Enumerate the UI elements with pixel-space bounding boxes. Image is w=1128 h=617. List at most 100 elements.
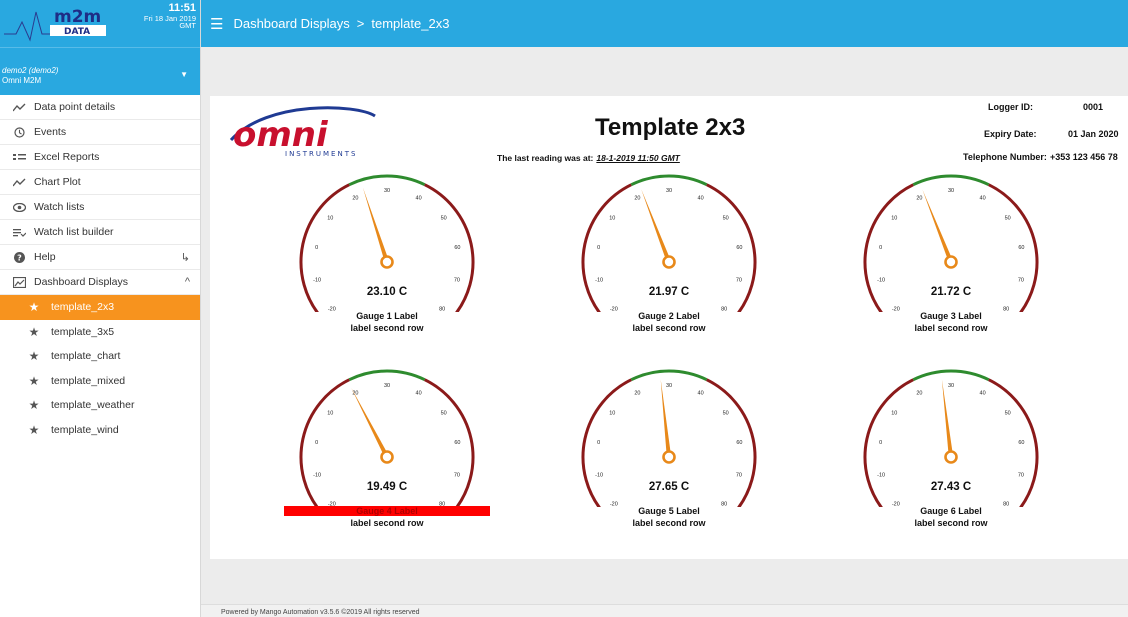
sidebar-item-help[interactable]: ? Help ↳	[0, 245, 200, 270]
gauge-needle-hub	[380, 255, 394, 269]
sidebar: m2m DATA 11:51 Fri 18 Jan 2019 GMT demo2…	[0, 0, 201, 617]
clock-icon	[12, 126, 26, 138]
gauge-tick-label: 10	[609, 216, 615, 222]
gauge-tick-label: 70	[736, 277, 742, 283]
gauge-tick-label: 50	[441, 216, 447, 222]
sidebar-item-excel-reports[interactable]: Excel Reports	[0, 145, 200, 170]
last-reading: The last reading was at: 18-1-2019 11:50 …	[497, 153, 680, 163]
gauge-4: -20 -10 0 10 20 30 40 50 60 70 80 19.49 C Gauge 4 …	[284, 367, 490, 557]
gauge-tick-label: 50	[1005, 411, 1011, 417]
gauge-tick-label: 30	[948, 383, 954, 389]
gauge-tick-label: 10	[327, 411, 333, 417]
sidebar-item-label: Excel Reports	[34, 151, 100, 163]
gauge-tick-label: 40	[698, 195, 704, 201]
sidebar-item-events[interactable]: Events	[0, 120, 200, 145]
omni-logo-subtext: INSTRUMENTS	[285, 150, 357, 158]
gauge-needle-hub	[944, 450, 958, 464]
gauge-tick-label: 50	[723, 216, 729, 222]
menu-icon[interactable]: ☰	[210, 15, 223, 33]
expiry-date-value: 01 Jan 2020	[1068, 129, 1119, 139]
gauge-5: -20 -10 0 10 20 30 40 50 60 70 80 27.65 C Gauge 5 …	[569, 367, 769, 557]
toolbar-strip	[201, 47, 1128, 95]
list-edit-icon	[12, 228, 26, 237]
logger-id-label: Logger ID:	[988, 102, 1033, 112]
star-icon: ★	[28, 422, 40, 437]
sidebar-item-template-wind[interactable]: ★ template_wind	[0, 418, 200, 443]
gauge-3: -20 -10 0 10 20 30 40 50 60 70 80 21.72 C Gauge 3 …	[851, 172, 1051, 362]
gauge-arc-green	[630, 369, 708, 382]
telephone-value: +353 123 456 78	[1050, 152, 1118, 162]
sidebar-item-dashboard-displays[interactable]: Dashboard Displays ^	[0, 270, 200, 295]
gauge-tick-label: 30	[666, 383, 672, 389]
external-link-icon: ↳	[180, 251, 190, 264]
gauge-label: Gauge 6 Label	[920, 506, 982, 516]
gauge-tick-label: 0	[879, 245, 882, 251]
breadcrumb-page: template_2x3	[371, 16, 450, 31]
trend-line-icon	[12, 103, 26, 112]
sidebar-item-label: template_3x5	[51, 325, 115, 338]
gauge-arc-green	[630, 174, 708, 187]
omni-logo-text: omni	[233, 115, 329, 155]
gauge-tick-label: 30	[384, 188, 390, 194]
gauge-tick-label: 50	[723, 411, 729, 417]
sidebar-item-label: template_weather	[51, 399, 135, 412]
sidebar-item-template-chart[interactable]: ★ template_chart	[0, 344, 200, 369]
footer: Powered by Mango Automation v3.5.6 ©2019…	[201, 604, 1128, 617]
gauge-label-second-row: label second row	[914, 518, 988, 528]
m2m-data-logo[interactable]: m2m DATA	[4, 4, 114, 42]
top-bar: ☰ Dashboard Displays > template_2x3	[201, 0, 1128, 47]
gauge-tick-label: 60	[736, 245, 742, 251]
gauge-label-alarm: Gauge 4 Label	[284, 506, 490, 516]
star-icon: ★	[28, 373, 40, 388]
gauge-reading: 23.10 C	[366, 286, 408, 298]
chevron-up-icon[interactable]: ^	[185, 276, 190, 288]
gauge-arc-green	[348, 369, 426, 382]
app-root: m2m DATA 11:51 Fri 18 Jan 2019 GMT demo2…	[0, 0, 1128, 617]
gauge-tick-label: 0	[597, 440, 600, 446]
gauge-tick-label: 10	[609, 411, 615, 417]
gauge-label: Gauge 1 Label	[356, 311, 418, 321]
sidebar-item-template-mixed[interactable]: ★ template_mixed	[0, 369, 200, 394]
star-icon: ★	[28, 324, 40, 339]
gauge-arc-green	[912, 174, 990, 187]
gauge-needle	[922, 189, 954, 263]
gauge-reading: 27.43 C	[930, 481, 972, 493]
user-menu[interactable]: demo2 (demo2) Omni M2M ▼	[0, 47, 200, 95]
gauge-tick-label: 30	[948, 188, 954, 194]
user-org: Omni M2M	[2, 75, 42, 85]
gauge-reading: 27.65 C	[648, 481, 690, 493]
gauge-label-second-row: label second row	[632, 518, 706, 528]
sidebar-item-template-2x3[interactable]: ★ template_2x3	[0, 295, 200, 320]
dashboard-icon	[12, 276, 26, 288]
sidebar-item-label: Watch lists	[34, 201, 85, 213]
sidebar-item-chart-plot[interactable]: Chart Plot	[0, 170, 200, 195]
gauge-needle	[941, 379, 954, 458]
breadcrumb-section[interactable]: Dashboard Displays	[233, 16, 349, 31]
gauge-arc-green	[912, 369, 990, 382]
caret-down-icon[interactable]: ▼	[180, 70, 188, 80]
last-reading-value: 18-1-2019 11:50 GMT	[596, 153, 680, 163]
sidebar-item-watch-list-builder[interactable]: Watch list builder	[0, 220, 200, 245]
gauge-tick-label: -10	[877, 472, 885, 478]
sidebar-item-watch-lists[interactable]: Watch lists	[0, 195, 200, 220]
gauge-tick-label: 50	[1005, 216, 1011, 222]
logo-bottom-text: DATA	[64, 27, 90, 37]
sidebar-item-template-3x5[interactable]: ★ template_3x5	[0, 320, 200, 345]
gauge-needle	[641, 189, 672, 263]
sidebar-item-label: Dashboard Displays	[34, 276, 128, 288]
gauge-tick-label: 10	[891, 216, 897, 222]
gauge-tick-label: -10	[595, 277, 603, 283]
help-icon: ?	[12, 251, 26, 263]
gauge-tick-label: 70	[736, 472, 742, 478]
gauge-tick-label: 60	[736, 440, 742, 446]
sidebar-item-data-point-details[interactable]: Data point details	[0, 95, 200, 120]
gauge-tick-label: 20	[916, 390, 922, 396]
gauge-needle	[351, 387, 389, 459]
svg-text:?: ?	[17, 253, 22, 262]
breadcrumb-separator: >	[356, 16, 365, 31]
gauge-tick-label: 0	[315, 440, 318, 446]
sidebar-item-template-weather[interactable]: ★ template_weather	[0, 393, 200, 418]
gauge-label-second-row: label second row	[632, 323, 706, 333]
clock-timezone: GMT	[179, 21, 196, 31]
gauge-tick-label: 70	[454, 472, 460, 478]
